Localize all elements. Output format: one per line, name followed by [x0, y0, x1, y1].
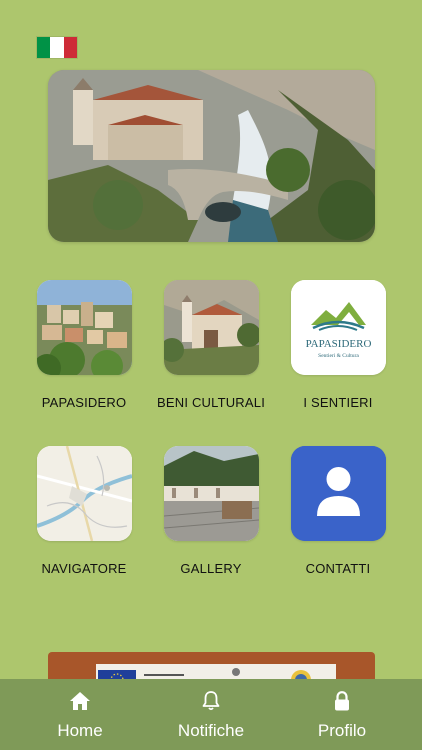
gallery-image [163, 446, 259, 541]
tab-home[interactable]: Home [40, 679, 120, 750]
menu-label-papasidero: PAPASIDERO [41, 395, 127, 410]
menu-item-navigatore[interactable]: NAVIGATORE [14, 446, 154, 576]
tab-notifiche[interactable]: Notifiche [171, 679, 251, 750]
menu-item-contatti[interactable]: CONTATTI [268, 446, 408, 576]
sentieri-logo-subtitle: Sentieri & Cultura [318, 353, 359, 359]
flag-red-stripe [63, 37, 77, 58]
menu-label-beni-culturali: BENI CULTURALI [156, 395, 266, 410]
contact-tile [290, 446, 386, 541]
bell-icon [202, 691, 220, 711]
menu-item-gallery[interactable]: GALLERY [141, 446, 281, 576]
papasidero-town-image [36, 280, 132, 375]
sentieri-logo: PAPASIDERO Sentieri & Cultura [290, 280, 386, 375]
tab-profilo[interactable]: Profilo [302, 679, 382, 750]
menu-label-i-sentieri: I SENTIERI [303, 395, 373, 410]
person-icon [290, 446, 386, 541]
tab-notifiche-label: Notifiche [177, 721, 245, 740]
beni-culturali-image [163, 280, 259, 375]
tab-profilo-label: Profilo [317, 721, 367, 740]
sentieri-logo-title: PAPASIDERO [305, 338, 371, 350]
flag-white-stripe [50, 37, 64, 58]
language-flag[interactable] [37, 37, 77, 58]
flag-green-stripe [37, 37, 51, 58]
map-thumbnail-image [36, 446, 132, 541]
menu-item-beni-culturali[interactable]: BENI CULTURALI [141, 280, 281, 410]
lock-icon [335, 691, 349, 711]
menu-label-contatti: CONTATTI [305, 561, 371, 576]
bottom-tab-bar: Home Notifiche Profilo [0, 679, 422, 750]
menu-item-i-sentieri[interactable]: PAPASIDERO Sentieri & Cultura I SENTIERI [268, 280, 408, 410]
menu-label-navigatore: NAVIGATORE [41, 561, 127, 576]
menu-item-papasidero[interactable]: PAPASIDERO [14, 280, 154, 410]
hero-image [48, 70, 375, 242]
tab-home-label: Home [57, 721, 103, 740]
home-icon [70, 692, 90, 710]
menu-label-gallery: GALLERY [180, 561, 242, 576]
